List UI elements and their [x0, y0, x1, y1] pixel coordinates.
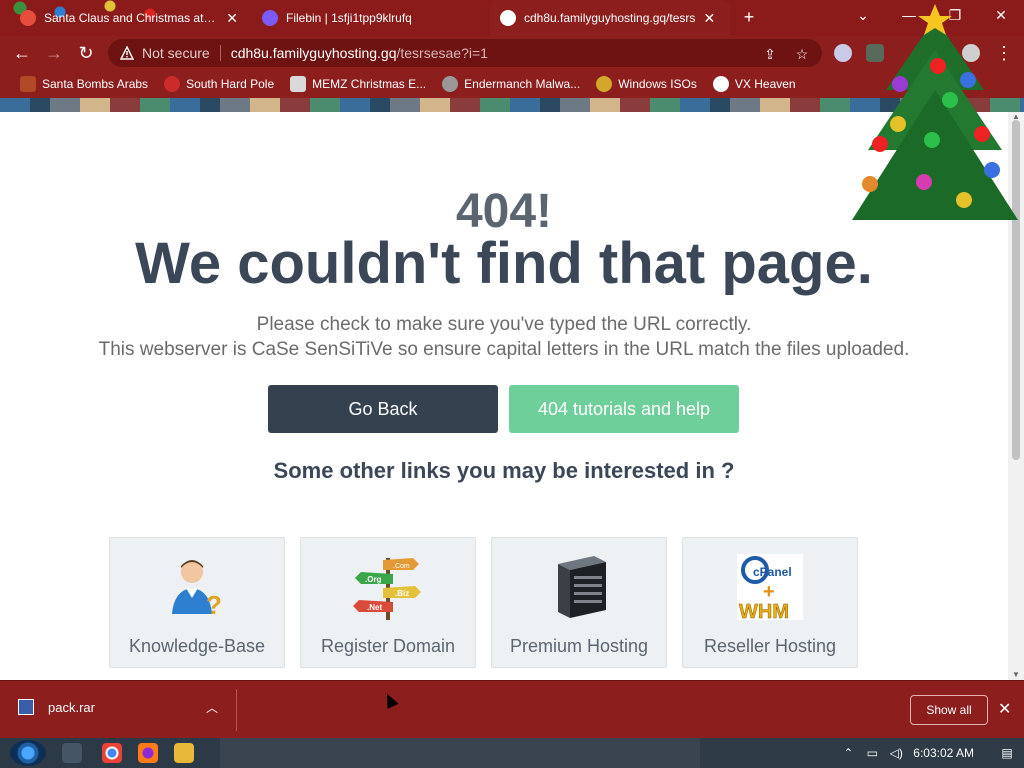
- chrome-icon[interactable]: [102, 743, 122, 763]
- bookmark-item[interactable]: Endermanch Malwa...: [434, 72, 588, 96]
- show-all-button[interactable]: Show all: [910, 695, 988, 725]
- bookmark-item[interactable]: VX Heaven: [705, 72, 804, 96]
- tab-favicon-icon: [20, 10, 36, 26]
- security-label[interactable]: Not secure: [142, 45, 210, 61]
- svg-text:?: ?: [206, 590, 222, 620]
- bookmark-label: MEMZ Christmas E...: [312, 77, 427, 91]
- cpanel-logo-text: cPanel: [753, 565, 792, 579]
- server-icon: [558, 556, 606, 618]
- go-back-button[interactable]: Go Back: [268, 385, 498, 433]
- coin-icon: [596, 76, 613, 92]
- close-icon[interactable]: ✕: [703, 10, 715, 27]
- card-label: Register Domain: [320, 636, 456, 656]
- plus-logo-text: +: [763, 581, 775, 603]
- card-label: Knowledge-Base: [128, 636, 266, 656]
- tab-title: Filebin | 1sfji1tpp9klrufq: [286, 11, 412, 25]
- bookmark-item[interactable]: Windows ISOs: [588, 72, 705, 96]
- reseller-hosting-card[interactable]: cPanel + WHM Reseller Hosting: [682, 537, 858, 668]
- whm-logo-text: WHM: [739, 601, 789, 622]
- tutorials-help-button[interactable]: 404 tutorials and help: [509, 385, 739, 433]
- register-domain-card[interactable]: .Com .Org .Biz .Net Register Domain: [300, 537, 476, 668]
- back-arrow-icon[interactable]: ←: [10, 41, 34, 65]
- user-question-icon: ?: [172, 560, 222, 620]
- firefox-icon[interactable]: [138, 743, 158, 763]
- warning-icon[interactable]: [120, 46, 134, 60]
- bookmark-label: Santa Bombs Arabs: [42, 77, 149, 91]
- bookmark-item[interactable]: Santa Bombs Arabs: [12, 72, 156, 96]
- bookmark-item[interactable]: South Hard Pole: [156, 72, 282, 96]
- close-icon[interactable]: ✕: [226, 10, 238, 27]
- tab-filebin[interactable]: Filebin | 1sfji1tpp9klrufq: [252, 0, 488, 36]
- omnibox-divider: [219, 45, 221, 61]
- system-tray: ⌃ ▭ ◁) 6:03:02 AM ▤: [841, 738, 1024, 768]
- forward-arrow-icon[interactable]: →: [42, 41, 66, 65]
- bookmark-label: Windows ISOs: [618, 77, 697, 91]
- network-icon[interactable]: ▭: [865, 746, 879, 760]
- christmas-tree-decoration: [852, 4, 1018, 220]
- sign-org: .Org: [365, 575, 382, 584]
- snowflake-icon: [164, 76, 181, 92]
- knowledge-base-card[interactable]: ? Knowledge-Base: [109, 537, 285, 668]
- download-item[interactable]: pack.rar: [18, 699, 95, 715]
- bookmark-label: VX Heaven: [734, 77, 796, 91]
- heaven-icon: [712, 76, 729, 92]
- globe-icon: [500, 10, 516, 26]
- help-text-line-1: Please check to make sure you've typed t…: [256, 314, 752, 335]
- bookmark-label: Endermanch Malwa...: [464, 77, 581, 91]
- volume-icon[interactable]: ◁): [889, 746, 903, 760]
- clock[interactable]: 6:03:02 AM: [913, 746, 974, 760]
- cpanel-whm-icon: cPanel + WHM: [737, 554, 803, 622]
- download-shelf: pack.rar ︿ Show all ✕: [0, 680, 1024, 738]
- chevron-up-icon[interactable]: ⌃: [841, 746, 855, 760]
- eye-icon: [442, 76, 459, 92]
- close-icon[interactable]: ✕: [998, 699, 1011, 719]
- url-host: cdh8u.familyguyhosting.gq: [230, 45, 397, 61]
- card-label: Reseller Hosting: [703, 636, 837, 656]
- download-filename: pack.rar: [48, 699, 95, 715]
- tab-title: cdh8u.familyguyhosting.gq/tesrs: [524, 11, 696, 25]
- share-icon[interactable]: ⇪: [762, 46, 778, 62]
- bookmark-item[interactable]: MEMZ Christmas E...: [282, 72, 434, 96]
- url-path: /tesrsesae?i=1: [396, 45, 488, 61]
- santa-icon: [20, 76, 36, 92]
- notification-icon[interactable]: ▤: [1000, 746, 1014, 760]
- screen: Santa Claus and Christmas at the ✕ Fileb…: [0, 0, 1024, 768]
- scroll-down-icon[interactable]: ▼: [1008, 670, 1024, 680]
- bookmark-star-icon[interactable]: ☆: [794, 46, 810, 62]
- page-title: We couldn't find that page.: [135, 231, 873, 296]
- help-text-line-2: This webserver is CaSe SenSiTiVe so ensu…: [98, 339, 910, 360]
- window-icon: [290, 76, 307, 92]
- file-explorer-icon[interactable]: [174, 743, 194, 763]
- task-view-icon[interactable]: [62, 743, 82, 763]
- tab-favicon-icon: [262, 10, 278, 26]
- tab-current[interactable]: cdh8u.familyguyhosting.gq/tesrs ✕: [490, 0, 730, 36]
- chevron-up-icon[interactable]: ︿: [206, 699, 218, 716]
- domain-signpost-icon: .Com .Org .Biz .Net: [353, 558, 421, 620]
- reload-icon[interactable]: ↻: [74, 41, 98, 65]
- rar-file-icon: [18, 699, 34, 715]
- sign-net: .Net: [367, 603, 382, 612]
- start-button[interactable]: [10, 740, 46, 766]
- bookmark-label: South Hard Pole: [186, 77, 275, 91]
- sign-biz: .Biz: [395, 589, 409, 598]
- sign-com: .Com: [393, 563, 410, 570]
- taskbar: ⌃ ▭ ◁) 6:03:02 AM ▤: [0, 738, 1024, 768]
- other-links-heading: Some other links you may be interested i…: [273, 458, 735, 483]
- card-label: Premium Hosting: [509, 636, 649, 656]
- address-bar[interactable]: Not secure cdh8u.familyguyhosting.gq /te…: [108, 39, 822, 67]
- tab-title: Santa Claus and Christmas at the: [44, 11, 219, 25]
- premium-hosting-card[interactable]: Premium Hosting: [491, 537, 667, 668]
- new-tab-button[interactable]: +: [738, 6, 760, 28]
- tab-santa-claus[interactable]: Santa Claus and Christmas at the ✕: [10, 0, 248, 36]
- shelf-divider: [236, 689, 237, 731]
